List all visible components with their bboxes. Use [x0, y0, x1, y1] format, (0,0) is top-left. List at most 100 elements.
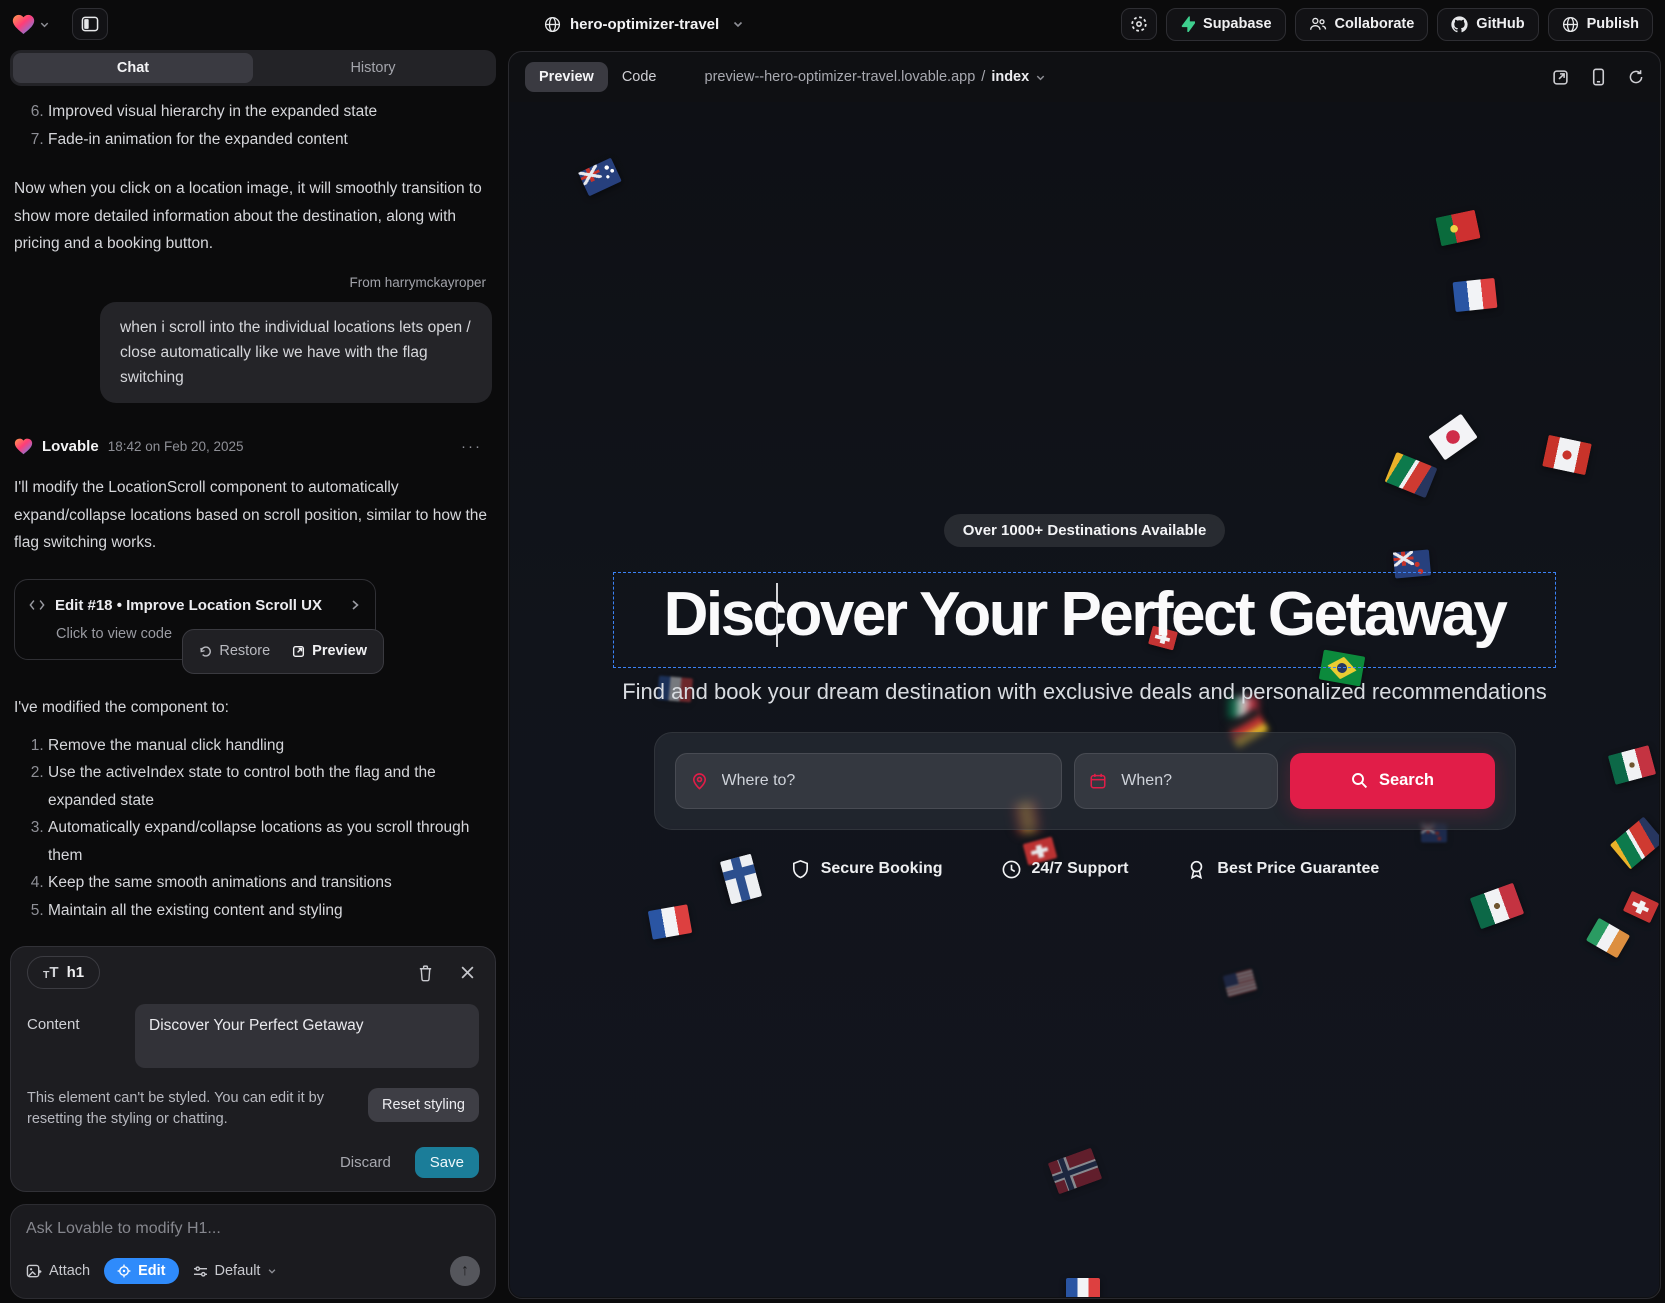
tab-history[interactable]: History [253, 53, 493, 83]
chevron-right-icon [349, 599, 361, 611]
reset-styling-button[interactable]: Reset styling [368, 1088, 479, 1122]
step-item: Use the activeIndex state to control bot… [48, 759, 492, 814]
restore-button[interactable]: Restore [189, 635, 280, 669]
tab-preview[interactable]: Preview [525, 62, 608, 92]
sidebar-toggle-button[interactable] [72, 8, 108, 40]
feature-label: Best Price Guarantee [1217, 860, 1379, 878]
step-item: Automatically expand/collapse locations … [48, 814, 492, 869]
element-tag-pill[interactable]: TT h1 [27, 956, 100, 989]
delete-element-button[interactable] [417, 964, 434, 982]
step-item: Keep the same smooth animations and tran… [48, 869, 492, 897]
message-menu-button[interactable]: ··· [461, 433, 492, 461]
list-item: Improved visual hierarchy in the expande… [48, 98, 492, 126]
assistant-paragraph: I'll modify the LocationScroll component… [14, 474, 492, 557]
chevron-down-icon [39, 19, 50, 30]
github-icon [1451, 16, 1468, 33]
feature-secure-booking: Secure Booking [790, 859, 943, 880]
preview-url-path: index [991, 69, 1029, 85]
hero-title[interactable]: Discover Your Perfect Getaway [664, 577, 1506, 653]
github-button[interactable]: GitHub [1437, 8, 1538, 41]
award-icon [1186, 859, 1207, 880]
lovable-heart-icon [12, 14, 35, 35]
steps-list: Remove the manual click handlingUse the … [14, 732, 492, 921]
image-icon [26, 1264, 42, 1279]
mobile-view-button[interactable] [1592, 68, 1605, 86]
search-button[interactable]: Search [1290, 753, 1494, 809]
shield-icon [790, 859, 811, 880]
chevron-down-icon [732, 18, 744, 30]
attach-button[interactable]: Attach [26, 1263, 90, 1279]
send-button[interactable]: ↑ [450, 1256, 480, 1286]
calendar-icon [1089, 772, 1107, 790]
preview-toolbar: Preview Code preview--hero-optimizer-tra… [509, 52, 1660, 102]
chat-messages[interactable]: Improved visual hierarchy in the expande… [8, 86, 498, 920]
tab-code[interactable]: Code [608, 62, 671, 92]
assistant-paragraph: I've modified the component to: [14, 694, 492, 722]
h1-selection-box[interactable]: Discover Your Perfect Getaway [613, 572, 1557, 668]
lovable-logo-menu[interactable] [12, 14, 50, 35]
code-icon [29, 599, 45, 611]
message-timestamp: 18:42 on Feb 20, 2025 [108, 433, 244, 461]
chevron-down-icon [267, 1266, 277, 1276]
preview-version-label: Preview [312, 638, 367, 666]
preview-url-host: preview--hero-optimizer-travel.lovable.a… [705, 69, 976, 85]
collaborate-label: Collaborate [1335, 16, 1415, 32]
preview-viewport[interactable]: Over 1000+ Destinations Available Discov… [510, 102, 1659, 1297]
open-external-icon [292, 645, 305, 658]
feature-list-previous: Improved visual hierarchy in the expande… [14, 98, 492, 153]
chat-sidebar: Chat History Improved visual hierarchy i… [0, 48, 506, 1303]
model-default-label: Default [215, 1263, 261, 1279]
sidebar-tabs: Chat History [10, 50, 496, 86]
supabase-button[interactable]: Supabase [1166, 8, 1286, 41]
discard-button[interactable]: Discard [340, 1154, 391, 1171]
chevron-down-icon [1035, 72, 1046, 83]
project-selector[interactable]: hero-optimizer-travel [544, 16, 744, 33]
edit-mode-button[interactable]: Edit [104, 1258, 178, 1284]
assistant-name: Lovable [42, 433, 99, 461]
hero-subtitle: Find and book your dream destination wit… [622, 679, 1547, 705]
content-label: Content [27, 1004, 135, 1068]
feature-support: 24/7 Support [1001, 859, 1129, 880]
attach-label: Attach [49, 1263, 90, 1279]
feature-label: Secure Booking [821, 860, 943, 878]
tab-chat[interactable]: Chat [13, 53, 253, 83]
globe-icon [544, 16, 561, 33]
open-in-new-tab-button[interactable] [1552, 69, 1569, 86]
publish-button[interactable]: Publish [1548, 8, 1653, 41]
edit-card-title: Edit #18 • Improve Location Scroll UX [55, 592, 322, 620]
top-bar: hero-optimizer-travel Supabase [0, 0, 1665, 48]
restore-icon [199, 645, 212, 658]
sliders-icon [193, 1265, 208, 1278]
features-row: Secure Booking 24/7 Support [790, 859, 1380, 880]
location-pin-icon [690, 771, 709, 790]
hero-section: Over 1000+ Destinations Available Discov… [510, 102, 1659, 1297]
content-input[interactable]: Discover Your Perfect Getaway [135, 1004, 479, 1068]
globe-icon [1562, 16, 1579, 33]
preview-url[interactable]: preview--hero-optimizer-travel.lovable.a… [705, 69, 1047, 85]
refresh-button[interactable] [1628, 69, 1644, 85]
app-window: hero-optimizer-travel Supabase [0, 0, 1665, 1303]
composer-placeholder[interactable]: Ask Lovable to modify H1... [26, 1220, 480, 1238]
topbar-actions: Supabase Collaborate GitHub Publish [1121, 8, 1653, 41]
gear-icon [1130, 15, 1148, 33]
github-label: GitHub [1476, 16, 1524, 32]
preview-version-button[interactable]: Preview [282, 635, 377, 669]
supabase-label: Supabase [1203, 16, 1272, 32]
step-item: Maintain all the existing content and st… [48, 897, 492, 921]
save-button[interactable]: Save [415, 1147, 479, 1178]
model-default-selector[interactable]: Default [193, 1263, 278, 1279]
chat-composer[interactable]: Ask Lovable to modify H1... Attach Edit [10, 1204, 496, 1299]
where-input[interactable] [675, 753, 1063, 809]
lovable-heart-icon [14, 438, 33, 455]
search-card: Search [654, 732, 1516, 830]
close-icon[interactable] [460, 965, 475, 980]
list-item: Fade-in animation for the expanded conte… [48, 126, 492, 154]
user-message-bubble: when i scroll into the individual locati… [100, 302, 492, 403]
collaborate-button[interactable]: Collaborate [1295, 8, 1429, 41]
url-separator: / [981, 69, 985, 85]
target-icon [117, 1264, 131, 1278]
when-field [1074, 753, 1278, 809]
settings-button[interactable] [1121, 8, 1157, 40]
assistant-message-header: Lovable 18:42 on Feb 20, 2025 ··· [14, 433, 492, 461]
restore-label: Restore [219, 638, 270, 666]
